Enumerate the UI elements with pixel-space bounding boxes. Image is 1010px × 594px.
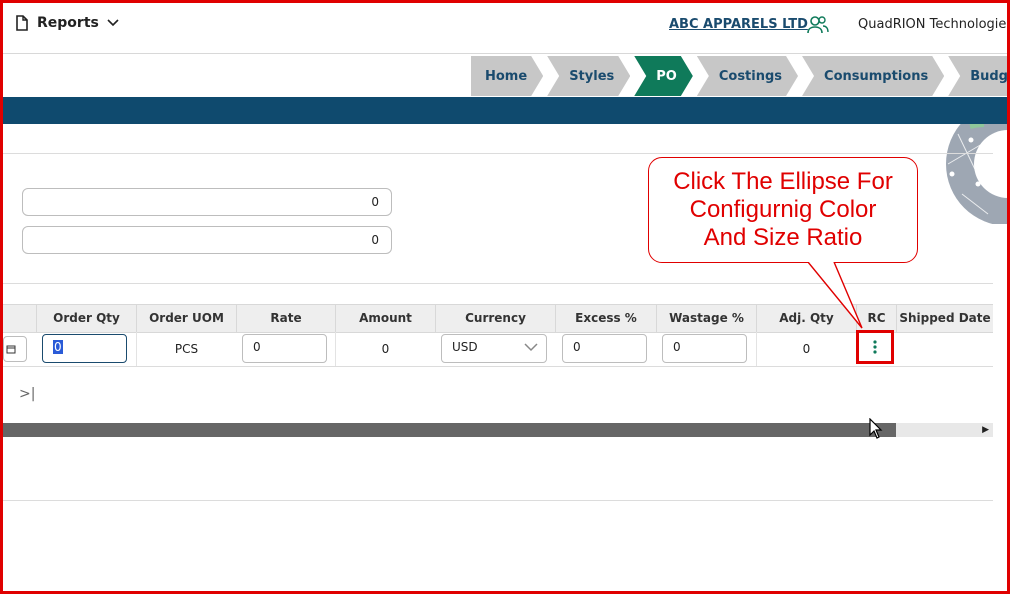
excess-input[interactable]: 0	[562, 334, 647, 363]
horizontal-scrollbar[interactable]: ▶	[3, 423, 993, 437]
order-qty-input[interactable]: 0	[42, 334, 127, 363]
breadcrumb: Home Styles PO Costings Consumptions Bud…	[471, 56, 1010, 96]
adj-qty-cell: 0	[756, 332, 856, 366]
column-order-qty[interactable]: Order Qty	[36, 305, 136, 332]
order-uom-cell: PCS	[136, 332, 236, 366]
column-order-uom[interactable]: Order UOM	[136, 305, 236, 332]
crumb-home[interactable]: Home	[471, 56, 543, 96]
currency-select[interactable]: USD	[441, 334, 547, 363]
summary-field-1[interactable]: 0	[22, 188, 392, 216]
crumb-costings[interactable]: Costings	[697, 56, 798, 96]
decorative-graphic	[938, 124, 1008, 224]
scroll-right-icon[interactable]: ▶	[982, 425, 989, 435]
crumb-consumptions[interactable]: Consumptions	[802, 56, 944, 96]
reports-menu[interactable]: Reports	[15, 15, 119, 31]
column-rate[interactable]: Rate	[236, 305, 335, 332]
order-qty-value: 0	[53, 340, 63, 354]
last-page-button[interactable]: >|	[19, 386, 35, 402]
vertical-ellipsis-icon	[873, 340, 877, 354]
users-icon[interactable]	[807, 15, 829, 39]
column-excess[interactable]: Excess %	[555, 305, 656, 332]
table-row: 0 PCS 0 0 USD 0 0 0	[3, 332, 993, 367]
rate-input[interactable]: 0	[242, 334, 327, 363]
calendar-icon	[6, 345, 16, 354]
callout-line-1: Click The Ellipse For	[673, 168, 893, 195]
crumb-styles[interactable]: Styles	[547, 56, 630, 96]
wastage-input[interactable]: 0	[662, 334, 747, 363]
amount-cell: 0	[335, 332, 435, 366]
instruction-callout: Click The Ellipse For Configurnig Color …	[648, 157, 918, 263]
scrollbar-thumb[interactable]	[3, 423, 896, 437]
summary-field-2[interactable]: 0	[22, 226, 392, 254]
reports-label: Reports	[37, 15, 99, 31]
column-shipped-date[interactable]: Shipped Date	[896, 305, 993, 332]
document-icon	[16, 15, 28, 31]
company-link[interactable]: ABC APPARELS LTD	[669, 17, 808, 32]
currency-value: USD	[452, 340, 478, 354]
divider	[3, 153, 993, 154]
callout-pointer	[807, 262, 863, 329]
top-bar: Reports ABC APPARELS LTD QuadRION Techno…	[3, 3, 1010, 54]
column-amount[interactable]: Amount	[335, 305, 435, 332]
column-wastage[interactable]: Wastage %	[656, 305, 756, 332]
divider	[3, 500, 993, 501]
callout-line-3: And Size Ratio	[703, 224, 863, 251]
page-header-bar	[3, 97, 1007, 124]
rc-ellipsis-button[interactable]	[856, 330, 894, 364]
column-currency[interactable]: Currency	[435, 305, 555, 332]
chevron-down-icon	[107, 19, 119, 27]
organization-name: QuadRION Technologies	[858, 17, 1010, 32]
date-field[interactable]	[3, 336, 27, 362]
mouse-cursor-icon	[869, 418, 883, 439]
chevron-down-icon	[524, 343, 538, 352]
callout-line-2: Configurnig Color	[689, 196, 877, 223]
crumb-budgets[interactable]: Budgets	[948, 56, 1010, 96]
crumb-po[interactable]: PO	[634, 56, 693, 96]
